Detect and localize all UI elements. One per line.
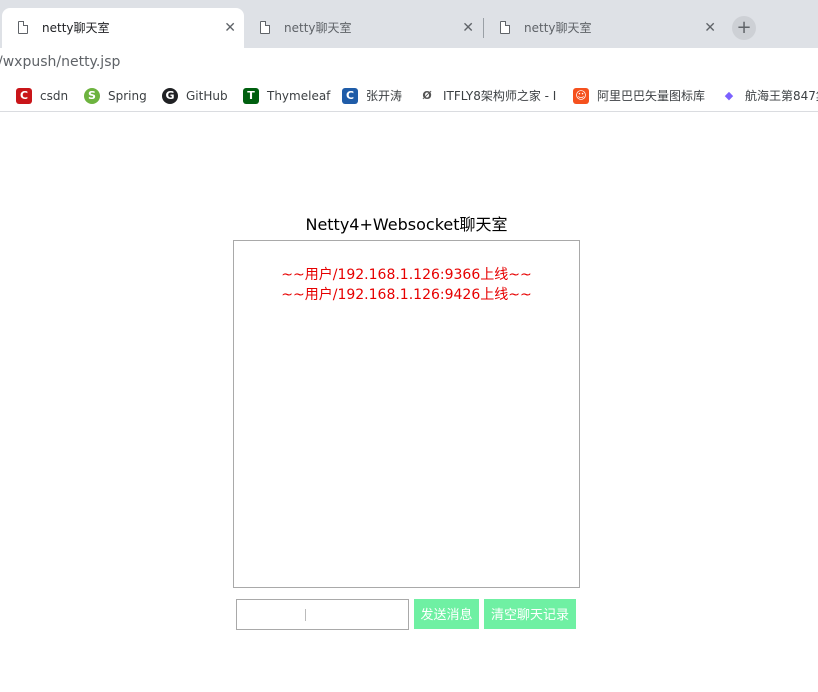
bookmark-label: csdn [40,89,69,103]
bookmark-label: 阿里巴巴矢量图标库 [597,89,706,103]
text-cursor-icon [305,609,306,621]
tab-netty-chat-3[interactable]: netty聊天室 ✕ [484,8,724,48]
blog-icon: C [342,88,358,104]
new-tab-button[interactable]: + [732,16,756,40]
clear-history-button[interactable]: 清空聊天记录 [484,599,576,629]
address-bar[interactable]: /wxpush/netty.jsp [0,48,818,78]
bookmark-zhangkaitao[interactable]: C 张开涛 [342,87,403,105]
chat-message: ~~用户/192.168.1.126:9366上线~~ [281,267,532,283]
url-text[interactable]: /wxpush/netty.jsp [0,54,120,70]
bookmark-label: ITFLY8架构师之家 - I [443,89,557,103]
thymeleaf-icon: T [243,88,259,104]
page-icon [260,21,270,34]
bookmark-label: Thymeleaf [267,89,331,103]
bookmark-spring[interactable]: S Spring [84,87,147,105]
bookmark-csdn[interactable]: C csdn [16,87,69,105]
tab-title: netty聊天室 [284,21,352,35]
chat-log[interactable]: ~~用户/192.168.1.126:9366上线~~ ~~用户/192.168… [233,240,580,588]
page-content: Netty4+Websocket聊天室 ~~用户/192.168.1.126:9… [0,113,818,692]
tab-title: netty聊天室 [524,21,592,35]
bookmark-thymeleaf[interactable]: T Thymeleaf [243,87,331,105]
github-icon: G [162,88,178,104]
bookmark-label: Spring [108,89,147,103]
video-icon: ◆ [721,88,737,104]
page-title: Netty4+Websocket聊天室 [305,215,508,234]
bookmark-itfly8[interactable]: Ø ITFLY8架构师之家 - I [419,87,557,105]
send-message-button[interactable]: 发送消息 [414,599,479,629]
message-input[interactable] [236,599,409,630]
tab-title: netty聊天室 [42,21,110,35]
csdn-icon: C [16,88,32,104]
bookmark-video[interactable]: ◆ 航海王第847集 [721,87,818,105]
page-icon [500,21,510,34]
spring-icon: S [84,88,100,104]
bookmark-label: GitHub [186,89,228,103]
iconfont-icon: ☺ [573,88,589,104]
tab-strip: netty聊天室 ✕ netty聊天室 ✕ netty聊天室 ✕ + [0,0,818,48]
close-icon[interactable]: ✕ [462,8,474,48]
tab-netty-chat-1[interactable]: netty聊天室 ✕ [2,8,244,48]
chat-message: ~~用户/192.168.1.126:9426上线~~ [281,287,532,303]
tab-netty-chat-2[interactable]: netty聊天室 ✕ [244,8,482,48]
page-icon [18,21,28,34]
bookmarks-bar: C csdn S Spring G GitHub T Thymeleaf C 张… [0,78,818,112]
close-icon[interactable]: ✕ [704,8,716,48]
itfly8-icon: Ø [419,88,435,104]
bookmark-iconfont[interactable]: ☺ 阿里巴巴矢量图标库 [573,87,706,105]
bookmark-label: 航海王第847集 [745,89,818,103]
bookmark-github[interactable]: G GitHub [162,87,228,105]
bookmark-label: 张开涛 [366,89,403,103]
close-icon[interactable]: ✕ [224,8,236,48]
